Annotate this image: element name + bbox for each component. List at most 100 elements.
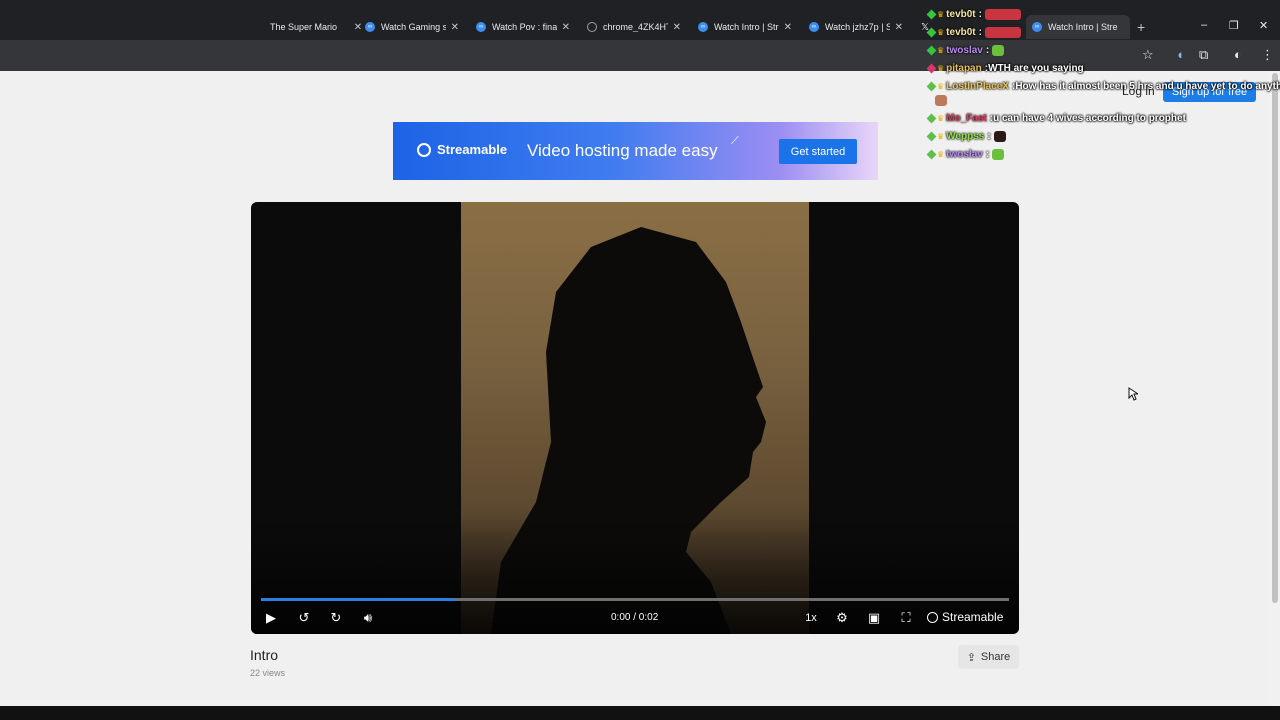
video-title: Intro [250, 647, 279, 663]
crown-icon: ♛ [937, 46, 945, 55]
chat-badge-icon [926, 149, 937, 160]
chat-message: ♛ Weppss: [926, 131, 1006, 142]
progress-bar[interactable] [261, 598, 1009, 601]
chat-message: ♛ tevb0t: [926, 27, 1021, 38]
chat-text: How has it almost been 5 hrs and u have … [1015, 81, 1280, 92]
chat-message: ♛ pitapan: WTH are you saying [926, 63, 1084, 74]
crown-icon: ♛ [937, 82, 945, 91]
tab-close-icon[interactable]: ✕ [673, 22, 681, 33]
extensions-icon[interactable]: ⧉ [1199, 47, 1208, 63]
streamable-logo-icon [417, 142, 431, 157]
browser-toolbar [0, 40, 1280, 71]
tab-label: Watch jzhz7p | St [825, 22, 890, 32]
browser-tab[interactable]: The Super Mario ✕ [264, 15, 364, 39]
sparkle-icon: ⟋ [731, 135, 739, 147]
maximize-button[interactable]: ❐ [1229, 19, 1239, 32]
view-count: 22 views [250, 668, 286, 678]
streamable-favicon-icon: ∞ [809, 22, 819, 32]
chat-emote-icon [935, 95, 947, 106]
chat-emote-icon [993, 131, 1006, 142]
taskbar-strip [0, 706, 1280, 720]
ad-banner[interactable]: Streamable Video hosting made easy ⟋ Get… [393, 122, 878, 180]
browser-tab[interactable]: ∞ Watch Gaming se ✕ [359, 15, 459, 39]
chat-username[interactable]: tevb0t [946, 27, 975, 38]
chat-username[interactable]: Mo_Fast [946, 113, 987, 124]
video-player[interactable]: ▶ ↺ ↻ 🔊︎ 0:00 / 0:02 1x ⚙ ▣ ⛶ Streamable [251, 202, 1019, 634]
chat-separator: : [978, 27, 982, 38]
chat-badge-icon [926, 63, 937, 74]
tab-label: The Super Mario [270, 22, 338, 32]
chat-text: WTH are you saying [988, 63, 1084, 74]
speed-button[interactable]: 1x [803, 610, 819, 626]
chat-text: u can have 4 wives according to prophet [993, 113, 1186, 124]
tab-label: Watch Pov : finally [492, 22, 557, 32]
settings-gear-icon[interactable]: ⚙ [833, 610, 851, 626]
chat-username[interactable]: tevb0t [946, 9, 975, 20]
chat-message: ♛ LostInPlaceX: How has it almost been 5 … [926, 81, 1280, 92]
progress-fill [261, 598, 456, 601]
tab-label: Watch Gaming se [381, 22, 446, 32]
chat-username[interactable]: twoslav [946, 149, 983, 160]
crown-icon: ♛ [937, 64, 945, 73]
forward-icon[interactable]: ↻ [327, 610, 345, 626]
chat-message: ♛ Mo_Fast: u can have 4 wives according t… [926, 113, 1186, 124]
player-brand[interactable]: Streamable [927, 610, 1003, 624]
chat-emote-icon [984, 27, 1021, 38]
tab-close-icon[interactable]: ✕ [895, 22, 903, 33]
browser-tab[interactable]: ∞ Watch jzhz7p | St ✕ [803, 15, 903, 39]
chat-separator: : [978, 9, 982, 20]
mouse-cursor-icon [1128, 387, 1138, 401]
tab-label: Watch Intro | Stre [1048, 22, 1118, 32]
chat-message: ♛ tevb0t: [926, 9, 1021, 20]
chat-badge-icon [926, 45, 937, 56]
close-window-button[interactable]: ✕ [1259, 19, 1268, 32]
chat-emote-icon [992, 149, 1005, 160]
chat-badge-icon [926, 27, 937, 38]
chat-username[interactable]: LostInPlaceX [946, 81, 1009, 92]
browser-tab[interactable]: ∞ Watch Pov : finally ✕ [470, 15, 570, 39]
time-display: 0:00 / 0:02 [611, 612, 659, 623]
new-tab-button[interactable]: + [1137, 19, 1145, 35]
streamable-favicon-icon: ∞ [698, 22, 708, 32]
tab-close-icon[interactable]: ✕ [451, 22, 459, 33]
tab-label: Watch Intro | Stre [714, 22, 779, 32]
rewind-icon[interactable]: ↺ [295, 610, 313, 626]
chat-separator: : [985, 149, 990, 160]
chat-badge-icon [926, 81, 937, 92]
chat-badge-icon [926, 131, 937, 142]
chat-username[interactable]: Weppss [946, 131, 984, 142]
chat-message: ♛ twoslav: [926, 45, 1005, 56]
tab-close-icon[interactable]: ✕ [784, 22, 792, 33]
banner-logo-text: Streamable [437, 142, 508, 157]
volume-icon[interactable]: 🔊︎ [359, 610, 377, 626]
bookmark-star-icon[interactable]: ☆ [1142, 47, 1154, 63]
minimize-button[interactable]: – [1201, 19, 1207, 31]
scrollbar[interactable] [1270, 71, 1280, 706]
crown-icon: ♛ [937, 114, 945, 123]
chat-emote-icon [992, 45, 1005, 56]
browser-tab[interactable]: ∞ Watch Intro | Stre [1026, 15, 1130, 39]
browser-tab[interactable]: 𝕏 [914, 15, 929, 39]
share-icon: ⇪ [966, 651, 976, 664]
chat-message: ♛ twoslav: [926, 149, 1005, 160]
menu-icon[interactable]: ⋮ [1261, 47, 1274, 63]
crown-icon: ♛ [937, 150, 945, 159]
get-started-button[interactable]: Get started [779, 139, 857, 164]
chat-username[interactable]: pitapan [946, 63, 982, 74]
fullscreen-icon[interactable]: ⛶ [897, 610, 915, 626]
share-button[interactable]: ⇪ Share [958, 645, 1019, 669]
player-brand-label: Streamable [942, 610, 1004, 624]
tab-close-icon[interactable]: ✕ [562, 22, 570, 33]
chat-username[interactable]: twoslav [946, 45, 983, 56]
chat-badge-icon [926, 9, 937, 20]
browser-tab[interactable]: chrome_4ZK4HTL ✕ [581, 15, 681, 39]
profile-icon[interactable]: ◐ [1234, 47, 1242, 62]
scrollbar-thumb[interactable] [1272, 73, 1278, 603]
picture-in-picture-icon[interactable]: ▣ [865, 610, 883, 626]
crown-icon: ♛ [937, 132, 945, 141]
play-icon[interactable]: ▶ [264, 610, 278, 626]
audio-icon[interactable]: ◖ [1176, 47, 1184, 62]
streamable-logo-icon [927, 611, 938, 623]
chat-emote-icon [984, 9, 1021, 20]
browser-tab[interactable]: ∞ Watch Intro | Stre ✕ [692, 15, 792, 39]
